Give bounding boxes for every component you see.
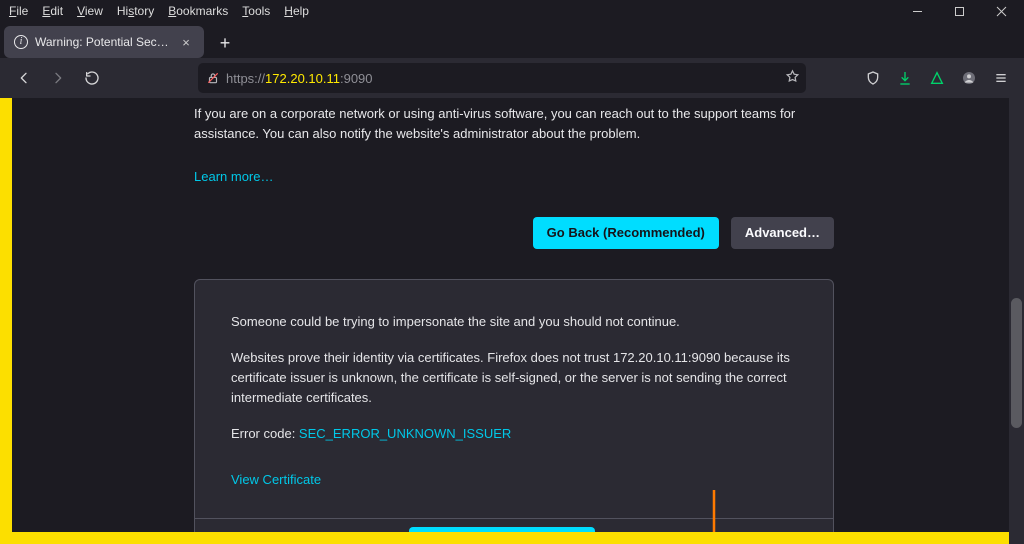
menu-file[interactable]: File — [2, 2, 35, 20]
warning-content: If you are on a corporate network or usi… — [194, 104, 834, 532]
info-icon: i — [14, 35, 28, 49]
tab-strip: i Warning: Potential Security Risk Ahead… — [0, 22, 1024, 58]
reload-button[interactable] — [76, 62, 108, 94]
menu-history[interactable]: History — [110, 2, 161, 20]
window-minimize-button[interactable] — [896, 0, 938, 22]
menu-bar: File Edit View History Bookmarks Tools H… — [0, 0, 1024, 22]
forward-button[interactable] — [42, 62, 74, 94]
page-body: If you are on a corporate network or usi… — [12, 98, 1012, 532]
menu-help[interactable]: Help — [277, 2, 316, 20]
tab-close-button[interactable]: × — [178, 34, 194, 50]
accept-risk-button[interactable]: Accept the Risk and Continue — [607, 527, 819, 532]
window-close-button[interactable] — [980, 0, 1022, 22]
error-code-line: Error code: SEC_ERROR_UNKNOWN_ISSUER — [231, 424, 797, 444]
scrollbar-thumb[interactable] — [1011, 298, 1022, 428]
window-maximize-button[interactable] — [938, 0, 980, 22]
back-button[interactable] — [8, 62, 40, 94]
downloads-icon[interactable] — [890, 63, 920, 93]
lock-warning-icon — [206, 71, 220, 85]
profile-icon[interactable] — [954, 63, 984, 93]
panel-p2: Websites prove their identity via certif… — [231, 348, 797, 408]
extension-icon[interactable] — [922, 63, 952, 93]
error-code: SEC_ERROR_UNKNOWN_ISSUER — [299, 426, 511, 441]
menu-view[interactable]: View — [70, 2, 110, 20]
view-certificate-link[interactable]: View Certificate — [231, 470, 321, 490]
advanced-panel: Someone could be trying to impersonate t… — [194, 279, 834, 533]
panel-go-back-button[interactable]: Go Back (Recommended) — [409, 527, 595, 532]
app-menu-icon[interactable] — [986, 63, 1016, 93]
page-frame: If you are on a corporate network or usi… — [0, 98, 1024, 544]
url-bar[interactable]: https://172.20.10.11:9090 — [198, 63, 806, 93]
shield-icon[interactable] — [858, 63, 888, 93]
bookmark-star-icon[interactable] — [785, 69, 800, 87]
warning-paragraph: If you are on a corporate network or usi… — [194, 104, 834, 143]
url-text: https://172.20.10.11:9090 — [226, 71, 785, 86]
tab-warning[interactable]: i Warning: Potential Security Risk Ahead… — [4, 26, 204, 58]
go-back-button[interactable]: Go Back (Recommended) — [533, 217, 719, 249]
nav-bar: https://172.20.10.11:9090 — [0, 58, 1024, 98]
menu-bookmarks[interactable]: Bookmarks — [161, 2, 235, 20]
menu-tools[interactable]: Tools — [235, 2, 277, 20]
menu-edit[interactable]: Edit — [35, 2, 70, 20]
learn-more-link[interactable]: Learn more… — [194, 167, 273, 187]
advanced-button[interactable]: Advanced… — [731, 217, 834, 249]
tab-title: Warning: Potential Security Risk Ahead — [35, 35, 171, 49]
new-tab-button[interactable]: + — [210, 28, 240, 58]
panel-p1: Someone could be trying to impersonate t… — [231, 312, 797, 332]
scrollbar-track[interactable] — [1009, 98, 1024, 544]
